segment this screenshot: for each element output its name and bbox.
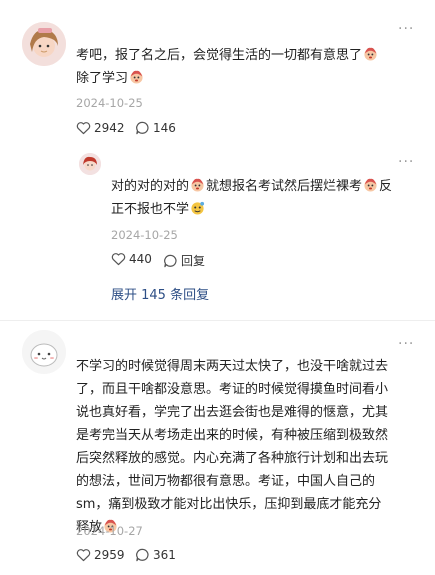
reply-label: 回复 [181, 254, 206, 268]
divider [0, 320, 435, 321]
comment-icon [136, 548, 149, 562]
avatar[interactable] [79, 153, 101, 175]
heart-icon [76, 122, 91, 135]
avatar[interactable] [22, 330, 66, 374]
comment-icon [164, 254, 177, 267]
reply-count: 146 [153, 121, 176, 135]
reply-count: 361 [153, 548, 176, 562]
like-count: 2959 [94, 548, 125, 562]
reply-button[interactable]: 回复 [163, 252, 205, 269]
like-button[interactable]: 2942 [76, 121, 125, 135]
like-button[interactable]: 2959 [76, 548, 125, 562]
like-count: 440 [129, 252, 152, 266]
emoji-icon [130, 70, 143, 84]
more-icon[interactable]: ··· [398, 155, 414, 169]
comment-text: 考吧，报了名之后，会觉得生活的一切都有意思了 除了学习 [76, 44, 416, 90]
more-icon[interactable]: ··· [398, 337, 414, 351]
heart-icon [111, 253, 126, 266]
more-icon[interactable]: ··· [398, 22, 414, 36]
emoji-icon [191, 178, 204, 192]
heart-icon [76, 549, 91, 562]
comment-date: 2024-10-25 [76, 96, 143, 110]
like-count: 2942 [94, 121, 125, 135]
emoji-icon [364, 47, 377, 61]
emoji-icon [191, 201, 205, 215]
avatar[interactable] [22, 22, 66, 66]
reply-count-button[interactable]: 361 [135, 548, 176, 562]
like-button[interactable]: 440 [111, 252, 152, 266]
comment-date: 2024-10-27 [76, 524, 143, 538]
reply-count-button[interactable]: 146 [135, 121, 176, 135]
reply-date: 2024-10-25 [111, 228, 178, 242]
comment-icon [136, 121, 149, 135]
comment-text: 不学习的时候觉得周末两天过太快了，也没干啥就过去 了，而且干啥都没意思。考证的时… [76, 359, 389, 535]
emoji-icon [364, 178, 377, 192]
expand-replies-link[interactable]: 展开 145 条回复 [111, 284, 209, 303]
reply-text: 对的对的对的 就想报名考试然后摆烂裸考反 正不报也不学 [111, 178, 393, 217]
